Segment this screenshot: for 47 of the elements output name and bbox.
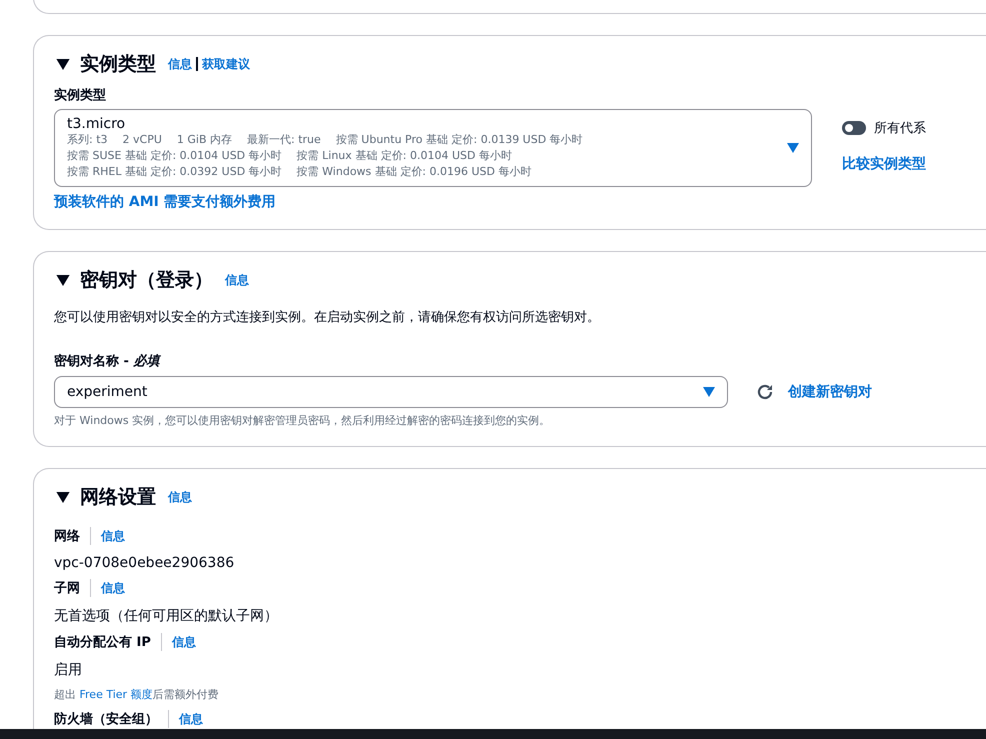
caret-icon [56, 58, 70, 70]
hint-text: 超出 Free Tier 额度后需额外付费 [54, 687, 220, 702]
field-label: 实例类型 [54, 86, 107, 104]
field-value: 启用 [54, 661, 83, 679]
compare-link[interactable]: 比较实例类型 [842, 155, 926, 173]
info-link[interactable]: 信息 [225, 272, 249, 288]
toggle-label: 所有代系 [874, 120, 926, 137]
caret-icon [787, 143, 799, 153]
info-link[interactable]: 信息 [101, 580, 125, 596]
field-label: 密钥对名称 - 必填 [54, 352, 162, 370]
info-link[interactable]: 信息 [179, 710, 203, 728]
info-link[interactable]: 信息 [101, 528, 125, 544]
section-title: 网络设置 [80, 485, 156, 510]
section-title: 实例类型 [80, 52, 156, 77]
create-key-pair-link[interactable]: 创建新密钥对 [788, 383, 872, 401]
info-link[interactable]: 信息 [168, 488, 192, 506]
instance-detail: 按需 SUSE 基础 定价: 0.0104 USD 每小时 [67, 148, 282, 164]
info-link[interactable]: 信息 [172, 634, 196, 650]
description: 您可以使用密钥对以安全的方式连接到实例。在启动实例之前，请确保您有权访问所选密钥对。 [54, 309, 601, 326]
instance-detail: 2 vCPU [122, 132, 162, 148]
field-label: 网络 [54, 528, 80, 545]
field-value: 无首选项（任何可用区的默认子网） [54, 607, 279, 625]
refresh-icon[interactable] [756, 383, 774, 401]
instance-detail: 按需 RHEL 基础 定价: 0.0392 USD 每小时 [67, 164, 282, 180]
hint-text: 对于 Windows 实例，您可以使用密钥对解密管理员密码，然后利用经过解密的密码连接到您的实例。 [54, 413, 552, 428]
caret-icon [56, 492, 70, 502]
instance-detail: 按需 Windows 基础 定价: 0.0196 USD 每小时 [296, 164, 532, 180]
field-label: 子网 [54, 580, 80, 597]
instance-detail: 1 GiB 内存 [176, 132, 232, 148]
select-value: experiment [67, 384, 148, 400]
select-value: t3.micro [67, 116, 126, 132]
instance-type-select[interactable] [54, 109, 812, 187]
instance-detail: 最新一代: true [247, 132, 321, 148]
info-link[interactable]: 获取建议 [202, 56, 250, 72]
caret-icon [56, 274, 70, 286]
field-label: 自动分配公有 IP [54, 634, 151, 651]
caret-icon [703, 387, 715, 397]
field-label: 防火墙（安全组） [54, 710, 158, 728]
key-pair-select[interactable]: experiment [54, 376, 728, 408]
info-link[interactable]: 信息 [168, 56, 192, 72]
instance-detail: 按需 Linux 基础 定价: 0.0104 USD 每小时 [296, 148, 512, 164]
ami-link[interactable]: 预装软件的 AMI 需要支付额外费用 [54, 193, 276, 211]
field-value: vpc-0708e0ebee2906386 [54, 555, 236, 571]
section-title: 密钥对（登录） [80, 268, 213, 293]
toggle-switch[interactable] [842, 121, 866, 135]
instance-detail: 系列: t3 [67, 132, 108, 148]
instance-detail: 按需 Ubuntu Pro 基础 定价: 0.0139 USD 每小时 [336, 132, 583, 148]
